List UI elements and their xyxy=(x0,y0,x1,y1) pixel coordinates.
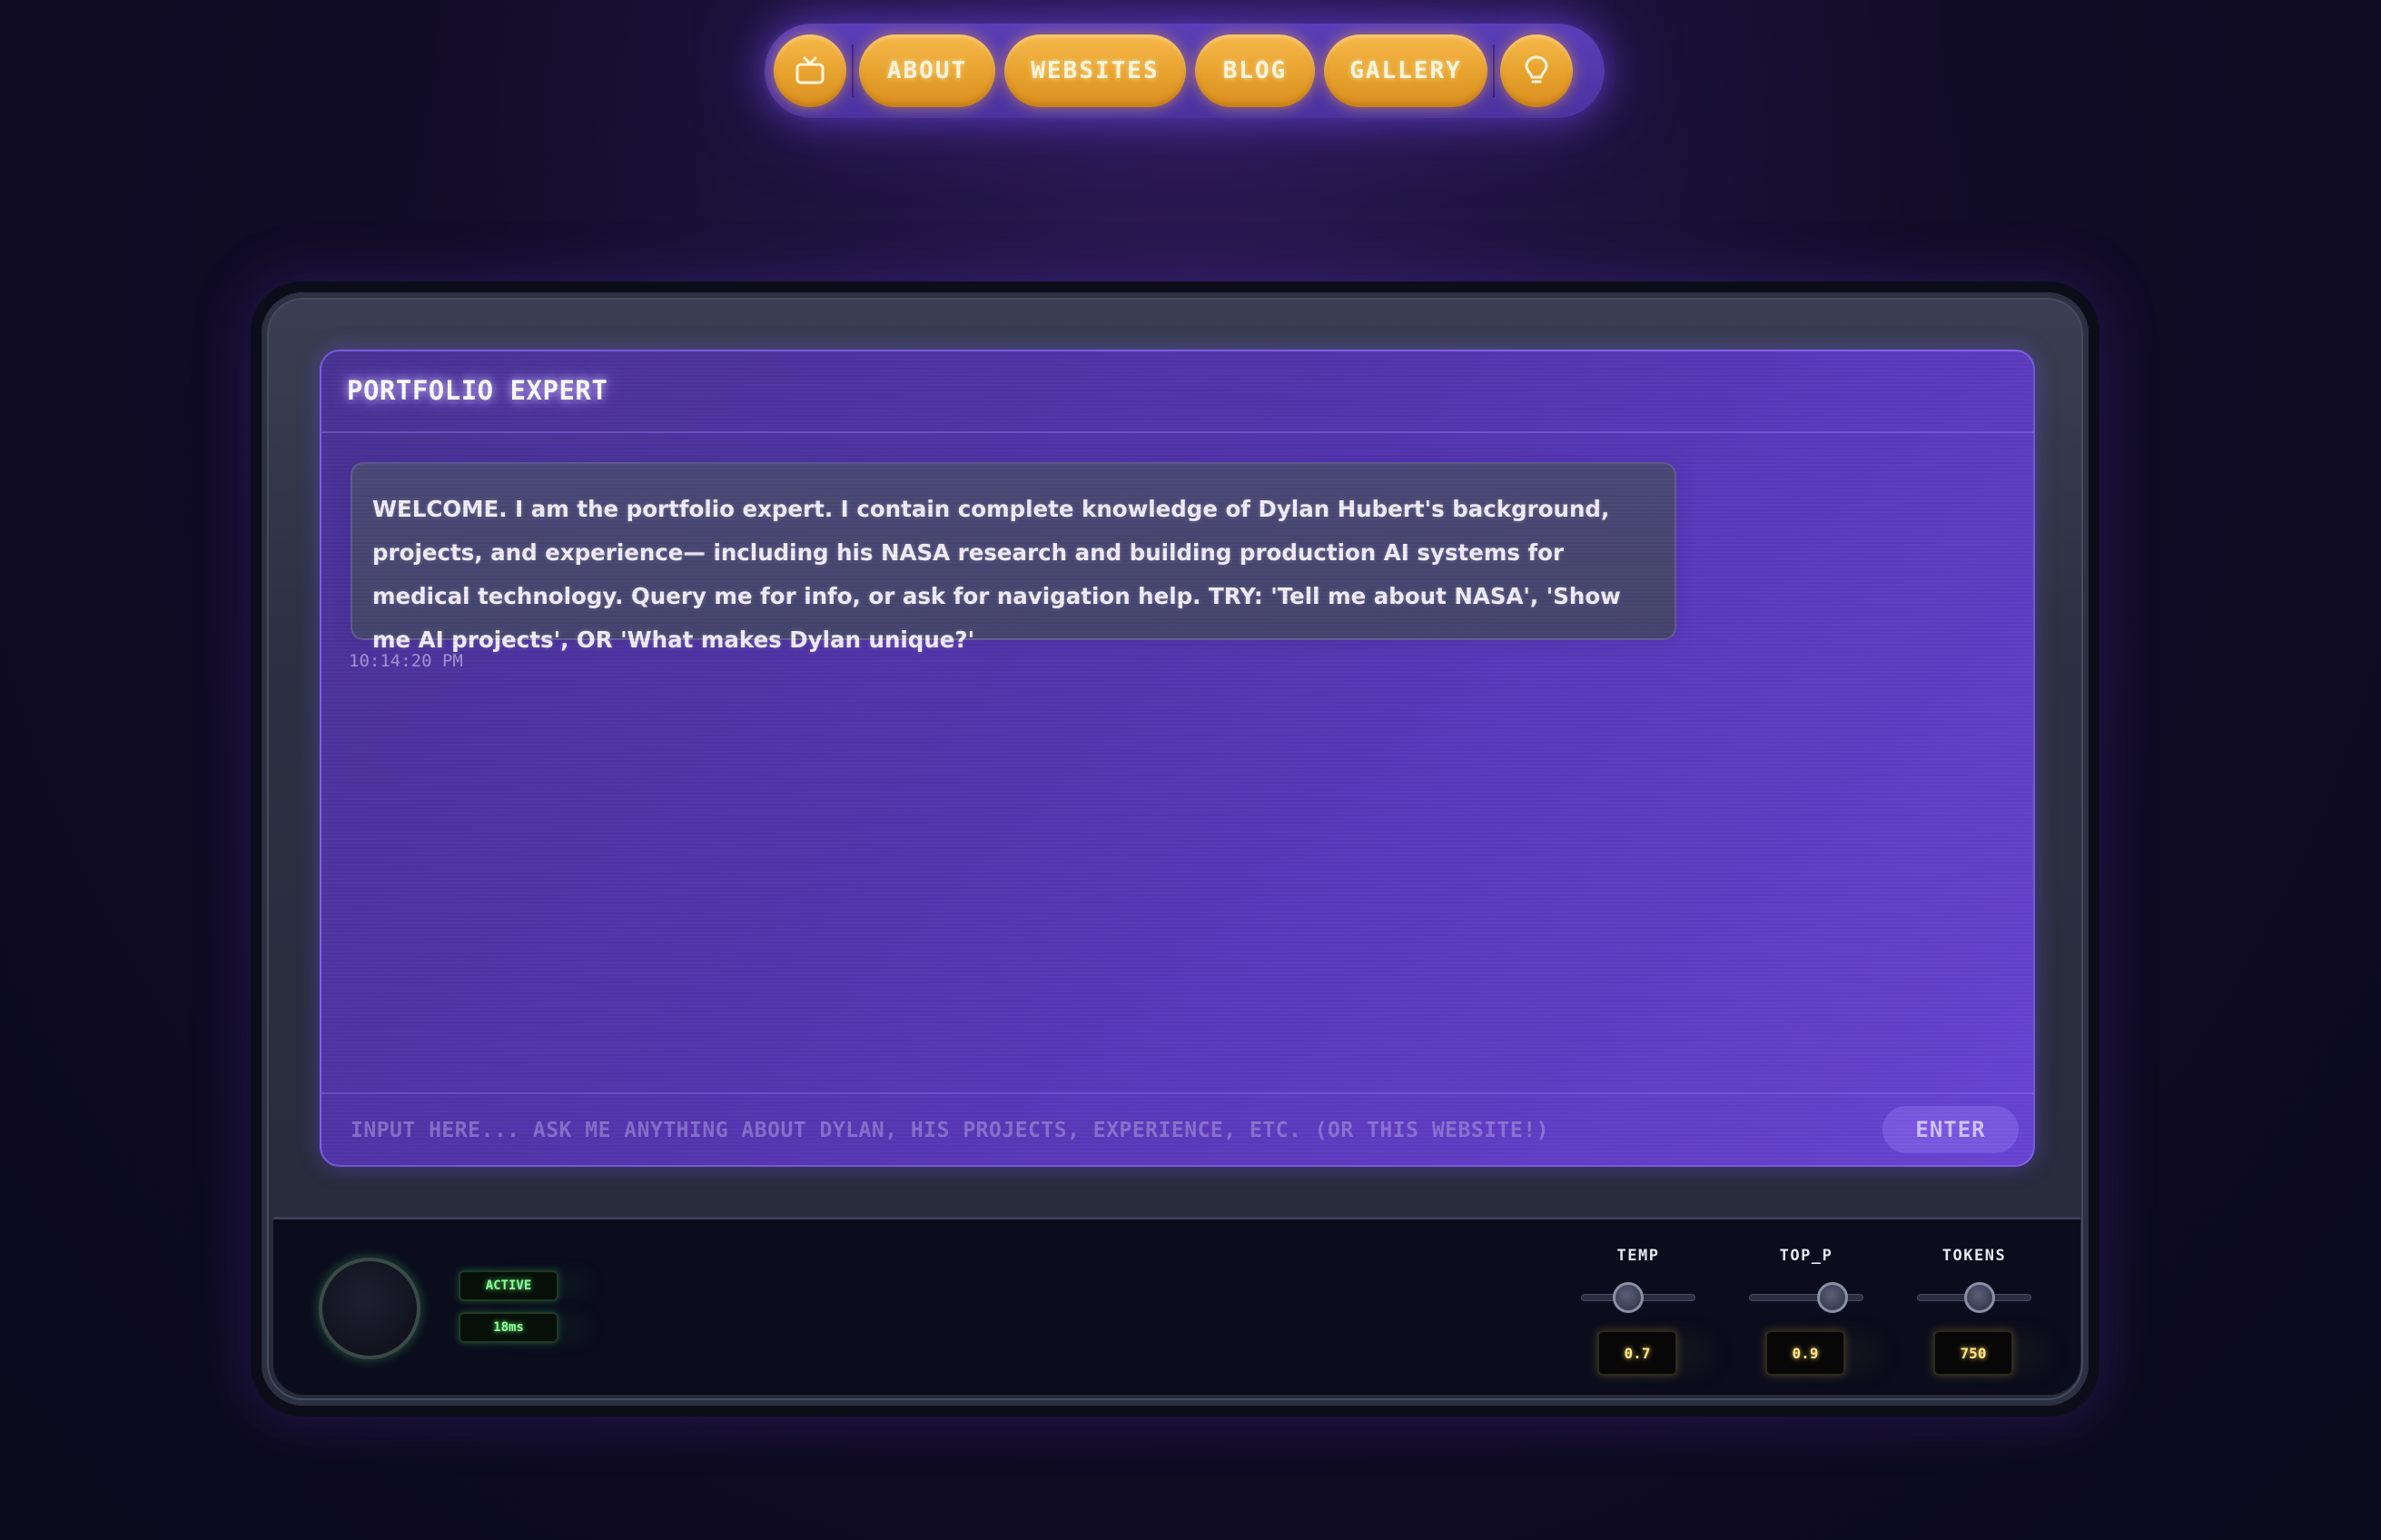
top-nav: ABOUT WEBSITES BLOG GALLERY xyxy=(765,24,1605,118)
tokens-value: 750 xyxy=(1933,1330,2013,1376)
top-p-control: TOP_P 0.9 xyxy=(1747,1247,1865,1383)
nav-about-button[interactable]: ABOUT xyxy=(859,35,995,107)
assistant-message: WELCOME. I am the portfolio expert. I co… xyxy=(351,462,1676,653)
temp-label: TEMP xyxy=(1616,1247,1660,1265)
chat-header: PORTFOLIO EXPERT xyxy=(321,351,2033,433)
slider-thumb[interactable] xyxy=(1612,1282,1644,1313)
top-p-value: 0.9 xyxy=(1765,1330,1845,1376)
nav-websites-button[interactable]: WEBSITES xyxy=(1004,35,1186,107)
theme-toggle-button[interactable] xyxy=(1500,35,1573,107)
top-p-label: TOP_P xyxy=(1779,1247,1833,1265)
temp-control: TEMP 0.7 xyxy=(1579,1247,1697,1383)
status-led: ACTIVE xyxy=(459,1270,558,1301)
lightbulb-icon xyxy=(1523,54,1550,87)
slider-thumb[interactable] xyxy=(1817,1282,1849,1313)
power-knob[interactable] xyxy=(319,1258,420,1359)
nav-gallery-button[interactable]: GALLERY xyxy=(1324,35,1487,107)
tokens-slider[interactable] xyxy=(1917,1281,2031,1314)
chat-screen: PORTFOLIO EXPERT WELCOME. I am the portf… xyxy=(320,350,2035,1167)
temp-slider[interactable] xyxy=(1581,1281,1695,1314)
tokens-control: TOKENS 750 xyxy=(1915,1247,2033,1383)
latency-led: 18ms xyxy=(459,1312,558,1343)
message-timestamp: 10:14:20 PM xyxy=(349,651,463,671)
chat-input[interactable] xyxy=(351,1111,1822,1150)
input-bar: ENTER xyxy=(321,1092,2033,1165)
message-text: WELCOME. I am the portfolio expert. I co… xyxy=(372,496,1621,653)
slider-thumb[interactable] xyxy=(1963,1282,1995,1313)
chat-title: PORTFOLIO EXPERT xyxy=(347,375,608,406)
nav-divider xyxy=(1493,44,1495,97)
control-panel: ACTIVE 18ms TEMP 0.7 TOP_P 0.9 TOKENS 75… xyxy=(273,1217,2080,1395)
top-p-slider[interactable] xyxy=(1749,1281,1863,1314)
home-tv-button[interactable] xyxy=(774,35,846,107)
enter-button[interactable]: ENTER xyxy=(1882,1106,2019,1153)
tokens-label: TOKENS xyxy=(1941,1247,2007,1265)
nav-blog-button[interactable]: BLOG xyxy=(1195,35,1315,107)
nav-divider xyxy=(852,44,854,97)
tv-icon xyxy=(795,55,825,86)
temp-value: 0.7 xyxy=(1597,1330,1677,1376)
